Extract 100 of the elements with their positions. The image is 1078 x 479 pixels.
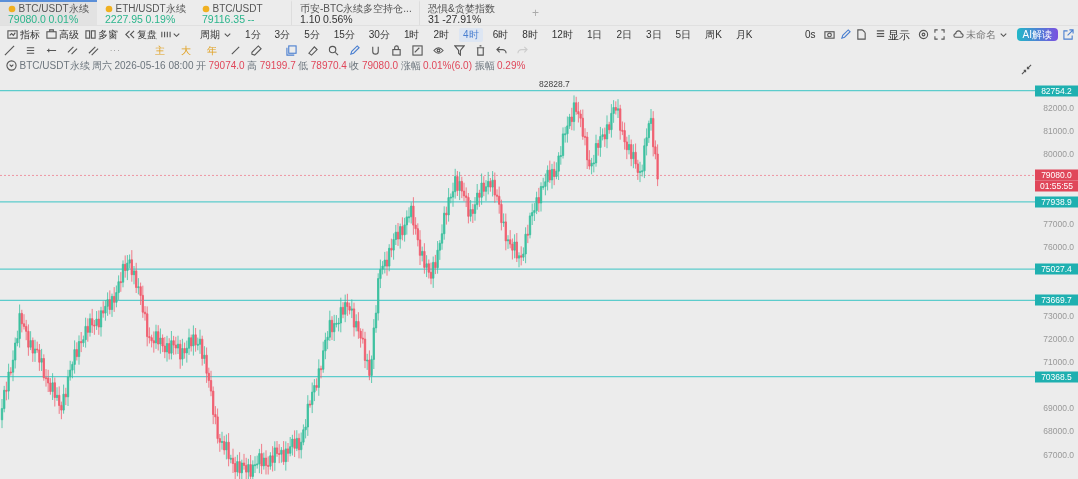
undo-icon[interactable] xyxy=(496,45,507,56)
info-label: 开 xyxy=(195,58,206,73)
cloud-icon xyxy=(952,29,964,40)
axis-label: 67000.0 xyxy=(1043,448,1074,461)
info-value: 0.29% xyxy=(497,58,526,73)
info-datetime: 2026-05-16 08:00 xyxy=(114,58,194,73)
info-label: 高 xyxy=(247,58,258,73)
info-label: 涨幅 xyxy=(400,58,421,73)
ticker-tab[interactable]: 恐惧&贪婪指数 31 -27.91% xyxy=(419,0,519,25)
period-tab[interactable]: 1分 xyxy=(241,27,265,42)
ticker-change: 0.01% xyxy=(48,14,79,25)
period-tab[interactable]: 8时 xyxy=(518,27,542,42)
ticker-tab[interactable]: 币安-BTC永续多空持仓... 1.10 0.56% xyxy=(291,0,419,25)
ticker-change: -- xyxy=(247,14,255,25)
tool-icon xyxy=(46,29,57,40)
info-label: 低 xyxy=(298,58,309,73)
period-tab[interactable]: 3分 xyxy=(270,27,295,42)
ai-button[interactable]: AI解读 xyxy=(1016,28,1058,41)
info-label: 收 xyxy=(349,58,360,73)
ticker-symbol: ETH/USDT永续 xyxy=(115,3,186,14)
period-tab[interactable]: 5日 xyxy=(671,27,696,42)
collapse-icon[interactable] xyxy=(6,59,17,71)
measure-icon[interactable] xyxy=(251,45,262,56)
price-level-label: 70368.5 xyxy=(1035,371,1078,383)
share-icon[interactable] xyxy=(1063,29,1074,40)
tool-icon xyxy=(124,29,135,40)
brush-icon[interactable] xyxy=(230,45,241,56)
export-icon[interactable] xyxy=(855,29,867,40)
price-level-label: 77938.9 xyxy=(1035,196,1078,208)
axis-label: 71000.0 xyxy=(1043,355,1074,369)
trash-icon[interactable] xyxy=(475,45,486,56)
lines-tool-icon[interactable] xyxy=(25,45,36,56)
axis-label: 80000.0 xyxy=(1043,147,1074,161)
info-value: 78970.4 xyxy=(310,58,347,73)
period-tab[interactable]: 2日 xyxy=(612,27,636,42)
camera-icon[interactable] xyxy=(823,29,835,40)
ticker-symbol: BTC/USDT xyxy=(212,3,263,14)
eye-icon[interactable] xyxy=(433,45,444,56)
period-tab[interactable]: 5分 xyxy=(300,27,324,42)
ticker-price: 2227.95 xyxy=(105,14,143,25)
info-value: 79080.0 xyxy=(361,58,399,73)
tool-icon xyxy=(85,29,96,40)
ticker-price: 31 xyxy=(428,14,440,25)
toolbar-button[interactable]: 高级 xyxy=(43,27,82,42)
period-tab[interactable]: 30分 xyxy=(364,27,394,42)
coin-icon xyxy=(8,4,16,13)
period-tab[interactable]: 3日 xyxy=(642,27,666,42)
info-symbol: BTC/USDT永续 xyxy=(19,58,90,73)
period-dropdown[interactable]: 周期 xyxy=(197,27,236,42)
price-level-label: 73669.7 xyxy=(1035,294,1078,306)
period-tab[interactable]: 2时 xyxy=(429,27,454,42)
zoom-icon[interactable] xyxy=(328,45,339,56)
axis-label: 73000.0 xyxy=(1043,309,1074,323)
layout-dropdown[interactable]: 未命名 xyxy=(949,27,1012,42)
period-tab[interactable]: 6时 xyxy=(488,27,513,42)
note-icon[interactable] xyxy=(412,45,423,56)
high-price-marker: 82828.7 xyxy=(539,77,570,91)
magnet-icon[interactable] xyxy=(370,45,381,56)
line-tool-icon[interactable] xyxy=(4,45,15,56)
axis-label: 81000.0 xyxy=(1043,124,1074,138)
ticker-tab[interactable]: BTC/USDT永续 79080.0 0.01% xyxy=(0,0,97,25)
ticker-change: -27.91% xyxy=(442,14,482,25)
parallel-tool-icon[interactable] xyxy=(67,45,78,56)
fullscreen-icon[interactable] xyxy=(933,29,945,40)
display-button[interactable]: 显示 xyxy=(871,27,913,42)
last-price-label: 79080.0 xyxy=(1035,169,1078,181)
eraser-icon[interactable] xyxy=(307,45,318,56)
pen-icon[interactable] xyxy=(349,45,360,56)
ticker-symbol: 恐惧&贪婪指数 xyxy=(428,3,495,14)
period-tab[interactable]: 12时 xyxy=(547,27,577,42)
info-value: 79074.0 xyxy=(208,58,245,73)
info-value: 0.01%(6.0) xyxy=(423,58,472,73)
period-tab[interactable]: 15分 xyxy=(329,27,359,42)
coin-icon xyxy=(105,4,113,13)
channel-tool-icon[interactable] xyxy=(88,45,99,56)
toolbar-button[interactable]: 多窗 xyxy=(82,27,121,42)
ticker-symbol: 币安-BTC永续多空持仓... xyxy=(300,3,412,14)
toolbar-button[interactable]: 指标 xyxy=(4,27,43,42)
ticker-symbol: BTC/USDT永续 xyxy=(18,3,89,14)
filter-icon[interactable] xyxy=(454,45,465,56)
ticker-change: 0.19% xyxy=(145,14,176,25)
ticker-tab[interactable]: ETH/USDT永续 2227.95 0.19% xyxy=(97,0,194,25)
period-tab[interactable]: 周K xyxy=(701,27,726,42)
ticker-tab[interactable]: BTC/USDT 79116.35 -- xyxy=(194,0,291,25)
coin-icon xyxy=(202,4,210,13)
axis-label: 72000.0 xyxy=(1043,332,1074,346)
info-weekday: 周六 xyxy=(92,58,112,73)
axis-label: 82000.0 xyxy=(1043,101,1074,115)
period-tab[interactable]: 月K xyxy=(731,27,757,42)
copy-icon[interactable] xyxy=(286,45,297,56)
chart-type-icon[interactable] xyxy=(160,29,171,40)
toolbar-button[interactable]: 复盘 xyxy=(121,27,160,42)
pen-icon[interactable] xyxy=(839,29,851,40)
collapse-chart-icon[interactable] xyxy=(1021,64,1032,75)
period-tab[interactable]: 1日 xyxy=(582,27,607,42)
ticker-price: 79080.0 xyxy=(8,14,46,25)
period-tab[interactable]: 1时 xyxy=(399,27,424,42)
timer-label: 0s xyxy=(804,27,817,42)
lock-icon[interactable] xyxy=(391,45,402,56)
settings-icon[interactable] xyxy=(917,29,929,40)
